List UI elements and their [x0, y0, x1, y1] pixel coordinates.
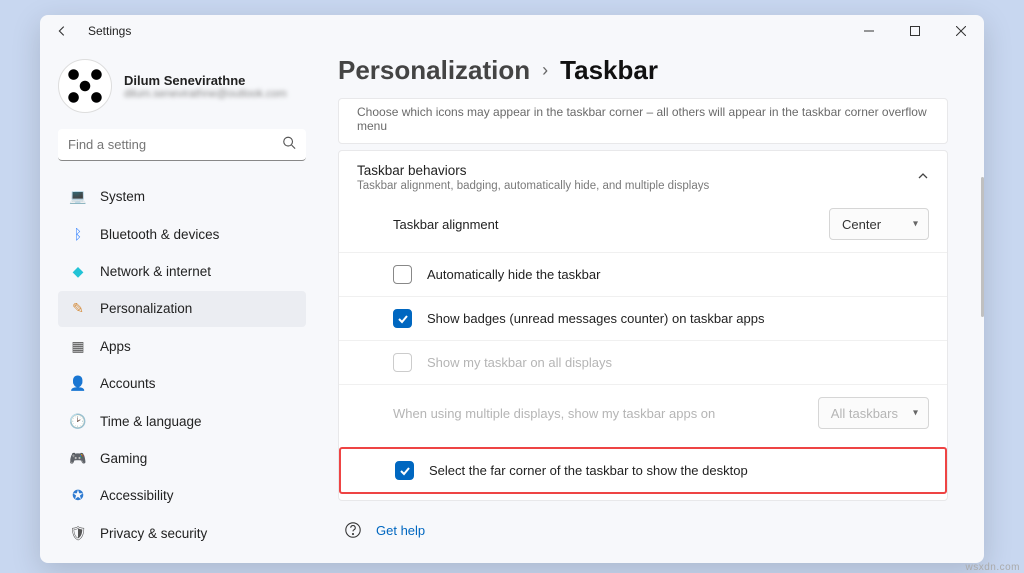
far-corner-label: Select the far corner of the taskbar to … [429, 463, 927, 478]
overflow-card[interactable]: Choose which icons may appear in the tas… [338, 98, 948, 144]
sidebar-item-accessibility[interactable]: ✪ Accessibility [58, 478, 306, 513]
all-displays-checkbox [393, 353, 412, 372]
sidebar: Dilum Senevirathne dilum.senevirathne@ou… [40, 47, 320, 563]
search-icon [282, 136, 296, 155]
sidebar-item-label: Gaming [100, 451, 147, 466]
sidebar-item-accounts[interactable]: 👤 Accounts [58, 366, 306, 401]
watermark: wsxdn.com [965, 562, 1020, 573]
accessibility-icon: ✪ [70, 488, 86, 504]
settings-scroll[interactable]: Choose which icons may appear in the tas… [338, 98, 954, 555]
behaviors-header[interactable]: Taskbar behaviors Taskbar alignment, bad… [339, 151, 947, 196]
sidebar-item-network-internet[interactable]: ◆ Network & internet [58, 254, 306, 289]
sidebar-item-bluetooth-devices[interactable]: ᛒ Bluetooth & devices [58, 216, 306, 251]
apps-icon: ▦ [70, 338, 86, 354]
window-title: Settings [88, 24, 131, 38]
titlebar: Settings [40, 15, 984, 47]
row-auto-hide[interactable]: Automatically hide the taskbar [339, 252, 947, 296]
nav-list: 💻 System ᛒ Bluetooth & devices ◆ Network & in… [58, 179, 306, 551]
sidebar-item-gaming[interactable]: 🎮 Gaming [58, 441, 306, 476]
auto-hide-checkbox[interactable] [393, 265, 412, 284]
multi-where-select: All taskbars ▾ [818, 397, 929, 429]
maximize-button[interactable] [892, 15, 938, 47]
check-icon [397, 313, 409, 325]
breadcrumb: Personalization › Taskbar [338, 55, 954, 86]
badges-checkbox[interactable] [393, 309, 412, 328]
close-icon [956, 26, 966, 36]
alignment-value: Center [842, 217, 881, 232]
scrollbar-thumb[interactable] [981, 177, 984, 317]
network-internet-icon: ◆ [70, 264, 86, 280]
gaming-icon: 🎮 [70, 451, 86, 467]
search-box [58, 129, 306, 161]
sidebar-item-label: Network & internet [100, 264, 211, 279]
row-multi-where: When using multiple displays, show my ta… [339, 384, 947, 441]
multi-where-value: All taskbars [831, 406, 898, 421]
search-input[interactable] [58, 129, 306, 161]
check-icon [399, 465, 411, 477]
sidebar-item-personalization[interactable]: ✎ Personalization [58, 291, 306, 326]
profile-name: Dilum Senevirathne [124, 73, 287, 88]
settings-window: Settings Dilum Senevirathne dilum.senevi… [40, 15, 984, 563]
sidebar-item-apps[interactable]: ▦ Apps [58, 329, 306, 364]
minimize-button[interactable] [846, 15, 892, 47]
privacy-security-icon: 🛡 [70, 525, 86, 541]
alignment-label: Taskbar alignment [393, 217, 829, 232]
sidebar-item-label: Accounts [100, 376, 156, 391]
back-button[interactable] [52, 21, 72, 41]
breadcrumb-parent[interactable]: Personalization [338, 55, 530, 86]
all-displays-label: Show my taskbar on all displays [427, 355, 929, 370]
chevron-up-icon [917, 169, 929, 187]
avatar [58, 59, 112, 113]
sidebar-item-label: Personalization [100, 301, 192, 316]
alignment-select[interactable]: Center ▾ [829, 208, 929, 240]
behaviors-title: Taskbar behaviors [357, 163, 709, 178]
multi-where-label: When using multiple displays, show my ta… [393, 406, 818, 421]
behaviors-subtitle: Taskbar alignment, badging, automaticall… [357, 180, 709, 192]
personalization-icon: ✎ [70, 301, 86, 317]
arrow-left-icon [55, 24, 69, 38]
chevron-down-icon: ▾ [913, 408, 918, 419]
highlighted-row: Select the far corner of the taskbar to … [339, 447, 947, 494]
sidebar-item-privacy-security[interactable]: 🛡 Privacy & security [58, 516, 306, 551]
row-alignment: Taskbar alignment Center ▾ [339, 196, 947, 252]
chevron-down-icon: ▾ [913, 219, 918, 230]
maximize-icon [910, 26, 920, 36]
sidebar-item-label: Accessibility [100, 488, 174, 503]
sidebar-item-label: System [100, 189, 145, 204]
row-all-displays: Show my taskbar on all displays [339, 340, 947, 384]
row-badges[interactable]: Show badges (unread messages counter) on… [339, 296, 947, 340]
main-panel: Personalization › Taskbar Choose which i… [320, 47, 984, 563]
far-corner-checkbox[interactable] [395, 461, 414, 480]
profile-block[interactable]: Dilum Senevirathne dilum.senevirathne@ou… [58, 59, 306, 113]
sidebar-item-time-language[interactable]: 🕑 Time & language [58, 403, 306, 438]
close-button[interactable] [938, 15, 984, 47]
system-icon: 💻 [70, 189, 86, 205]
get-help-link[interactable]: Get help [376, 523, 425, 538]
breadcrumb-current: Taskbar [560, 55, 658, 86]
chevron-right-icon: › [542, 60, 548, 81]
profile-email: dilum.senevirathne@outlook.com [124, 88, 287, 100]
minimize-icon [864, 26, 874, 36]
accounts-icon: 👤 [70, 376, 86, 392]
sidebar-item-label: Time & language [100, 414, 202, 429]
behaviors-card: Taskbar behaviors Taskbar alignment, bad… [338, 150, 948, 501]
bluetooth-devices-icon: ᛒ [70, 226, 86, 242]
sidebar-item-label: Bluetooth & devices [100, 227, 219, 242]
overflow-desc: Choose which icons may appear in the tas… [339, 99, 947, 143]
badges-label: Show badges (unread messages counter) on… [427, 311, 929, 326]
row-far-corner[interactable]: Select the far corner of the taskbar to … [341, 449, 945, 492]
time-language-icon: 🕑 [70, 413, 86, 429]
sidebar-item-system[interactable]: 💻 System [58, 179, 306, 214]
auto-hide-label: Automatically hide the taskbar [427, 267, 929, 282]
help-row: Get help [338, 507, 948, 547]
help-icon [344, 521, 362, 539]
sidebar-item-label: Privacy & security [100, 526, 207, 541]
sidebar-item-label: Apps [100, 339, 131, 354]
